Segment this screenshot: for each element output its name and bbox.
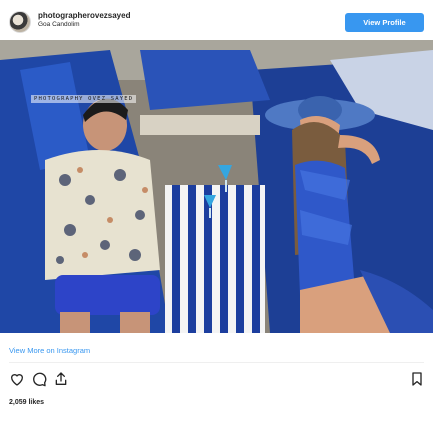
post-header: photographerovezsayed Goa Candolim View …: [0, 0, 433, 40]
bookmark-icon[interactable]: [409, 371, 425, 387]
view-profile-button[interactable]: View Profile: [345, 13, 424, 32]
comment-icon[interactable]: [31, 371, 47, 387]
username[interactable]: photographerovezsayed: [38, 11, 130, 20]
share-icon[interactable]: [53, 371, 69, 387]
post-photo[interactable]: PHOTOGRAPHY OVEZ SAYED: [0, 40, 433, 333]
view-more-link[interactable]: View More on Instagram: [9, 346, 90, 355]
likes-count[interactable]: 2,059 likes: [9, 399, 44, 406]
instagram-embed: photographerovezsayed Goa Candolim View …: [0, 0, 433, 425]
beach-photo-image: [0, 40, 433, 333]
location[interactable]: Goa Candolim: [38, 21, 80, 28]
photo-watermark: PHOTOGRAPHY OVEZ SAYED: [31, 95, 137, 103]
divider: [9, 362, 424, 363]
avatar[interactable]: [9, 11, 31, 33]
heart-icon[interactable]: [9, 371, 25, 387]
